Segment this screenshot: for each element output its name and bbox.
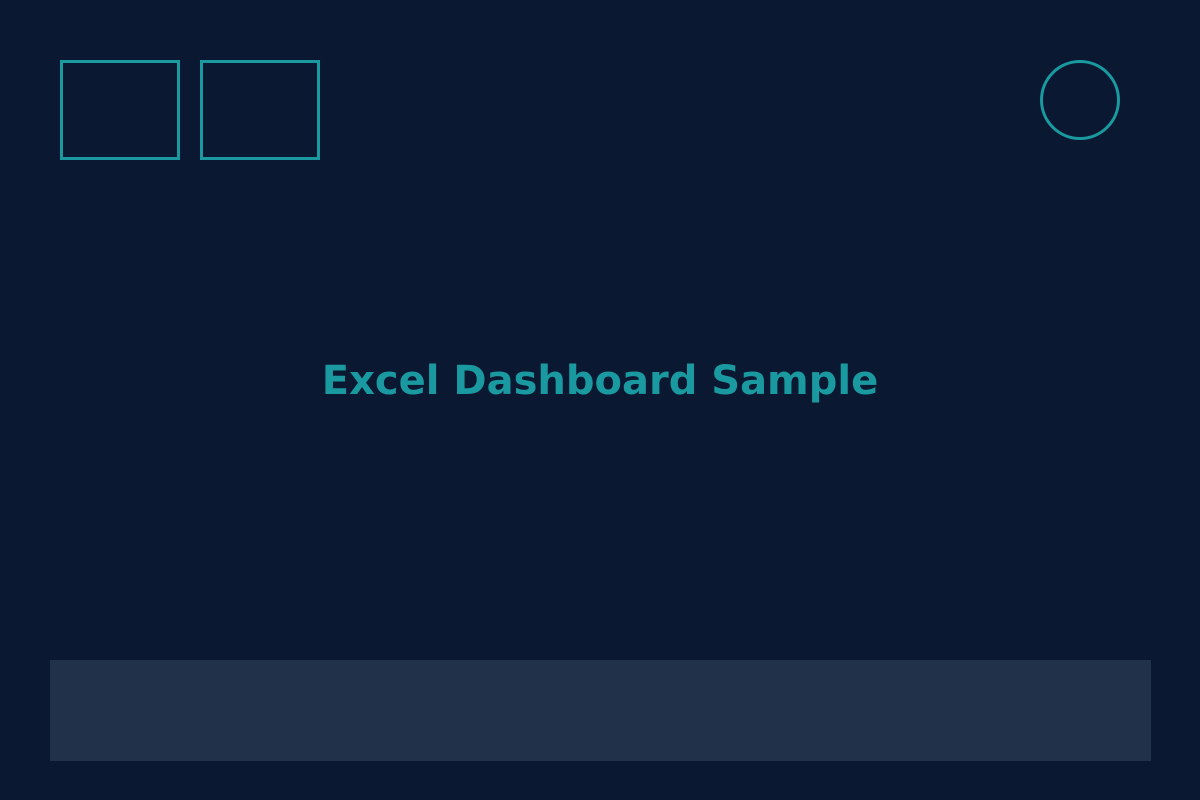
page-title: Excel Dashboard Sample: [321, 358, 879, 404]
placeholder-box-right: [200, 60, 320, 160]
footer-bar: [50, 660, 1151, 761]
placeholder-circle: [1040, 60, 1120, 140]
dashboard-canvas: Excel Dashboard Sample: [0, 0, 1200, 800]
placeholder-box-left: [60, 60, 180, 160]
